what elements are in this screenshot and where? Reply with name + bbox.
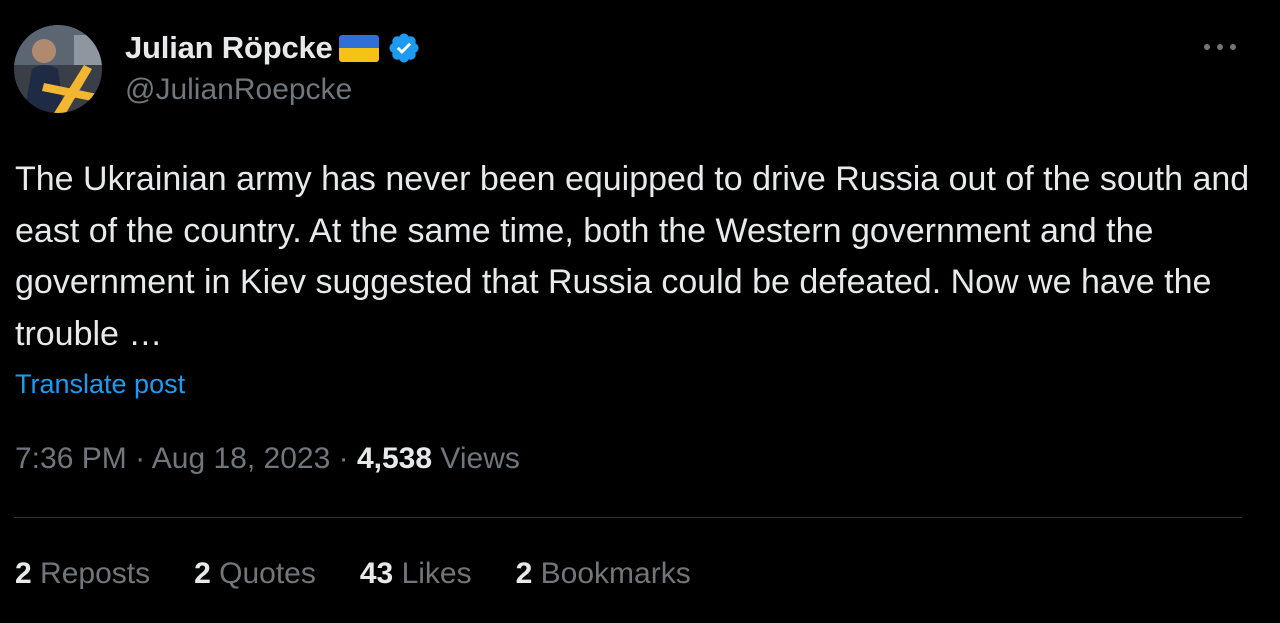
reposts-count: 2 <box>15 557 32 590</box>
meta-separator: · <box>338 442 349 475</box>
meta-separator: · <box>135 442 146 475</box>
author-name-row: Julian Röpcke <box>125 28 421 68</box>
translate-post-link[interactable]: Translate post <box>15 369 185 400</box>
bookmarks-count: 2 <box>515 557 533 590</box>
likes-count: 43 <box>359 557 394 590</box>
ellipsis-icon <box>1204 44 1236 50</box>
engagement-stats: 2 Reposts 2 Quotes 43 Likes 2 Bookmarks <box>15 557 735 591</box>
views-label: Views <box>440 442 520 475</box>
verified-badge-icon[interactable] <box>387 31 421 65</box>
reposts-stat[interactable]: 2 Reposts <box>15 557 150 591</box>
more-options-button[interactable] <box>1200 30 1240 64</box>
author-display-name[interactable]: Julian Röpcke <box>125 30 333 66</box>
quotes-stat[interactable]: 2 Quotes <box>194 557 316 591</box>
divider <box>14 517 1242 518</box>
avatar-image <box>14 25 102 113</box>
bookmarks-stat[interactable]: 2 Bookmarks <box>516 557 691 591</box>
quotes-label: Quotes <box>219 557 316 590</box>
tweet-meta: 7:36 PM · Aug 18, 2023 · 4,538 Views <box>15 442 520 476</box>
avatar[interactable] <box>14 25 102 113</box>
ukraine-flag-icon <box>338 34 379 62</box>
reposts-label: Reposts <box>40 557 151 590</box>
likes-stat[interactable]: 43 Likes <box>360 557 472 591</box>
tweet-time[interactable]: 7:36 PM <box>15 442 127 475</box>
views-count: 4,538 <box>356 442 433 475</box>
likes-label: Likes <box>401 557 472 590</box>
bookmarks-label: Bookmarks <box>540 557 691 590</box>
tweet-text: The Ukrainian army has never been equipp… <box>15 160 1250 353</box>
tweet-date[interactable]: Aug 18, 2023 <box>152 442 331 475</box>
author-handle[interactable]: @JulianRoepcke <box>125 73 352 107</box>
quotes-count: 2 <box>194 557 211 590</box>
